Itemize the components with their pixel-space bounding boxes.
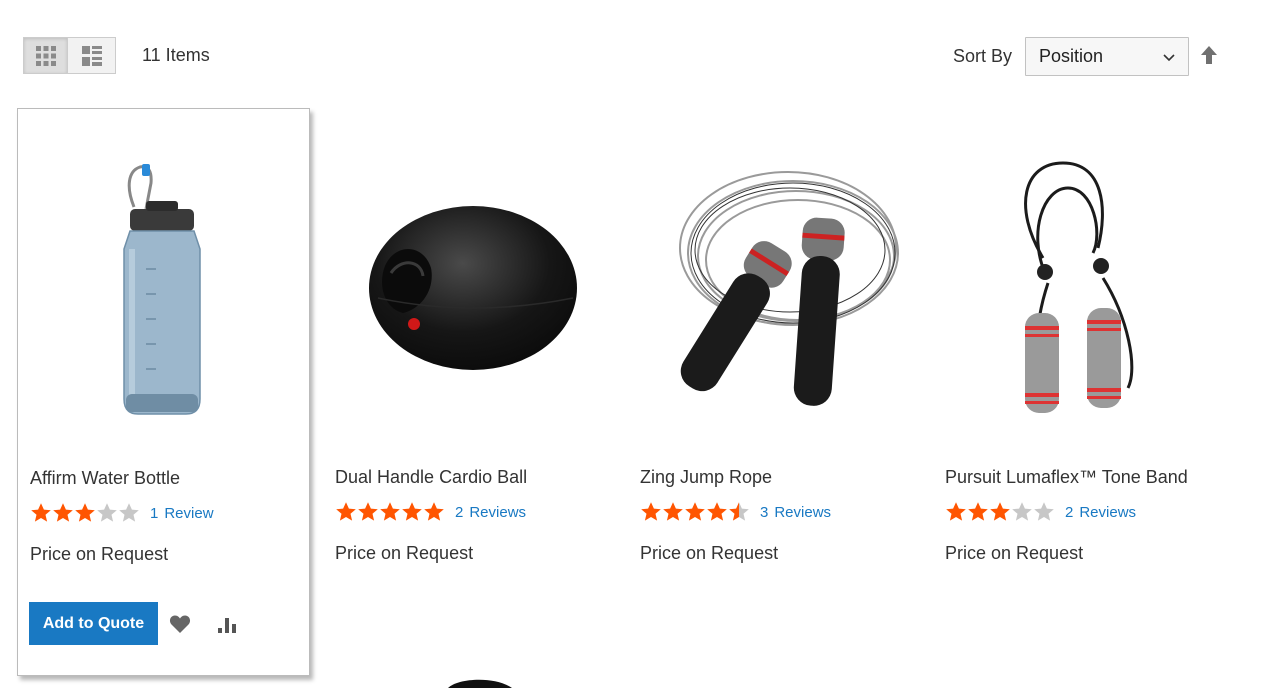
product-image[interactable] bbox=[628, 148, 921, 468]
sort-direction-button[interactable] bbox=[1200, 45, 1218, 70]
product-card: Pursuit Lumaflex™ Tone Band 2 Reviews Pr… bbox=[933, 108, 1226, 676]
star-icon bbox=[380, 502, 400, 521]
star-icon bbox=[663, 502, 683, 521]
star-icon bbox=[424, 502, 444, 521]
arrow-up-icon bbox=[1201, 46, 1217, 64]
star-icon bbox=[968, 502, 988, 521]
star-icon bbox=[97, 503, 117, 522]
view-mode-switcher bbox=[23, 37, 116, 75]
product-name[interactable]: Pursuit Lumaflex™ Tone Band bbox=[945, 467, 1188, 488]
star-icon bbox=[336, 502, 356, 521]
star-icon bbox=[31, 503, 51, 522]
star-icon bbox=[119, 503, 139, 522]
star-icon bbox=[75, 503, 95, 522]
product-image[interactable] bbox=[440, 675, 520, 693]
review-word: Reviews bbox=[1079, 503, 1137, 521]
add-to-compare-button[interactable] bbox=[215, 611, 241, 637]
review-count: 2 bbox=[455, 503, 464, 521]
product-card: Dual Handle Cardio Ball 2 Reviews Price … bbox=[323, 108, 616, 676]
star-icon bbox=[641, 502, 661, 521]
star-icon bbox=[358, 502, 378, 521]
review-count: 3 bbox=[760, 503, 769, 521]
review-count: 1 bbox=[150, 504, 159, 522]
grid-mode-button[interactable] bbox=[23, 37, 68, 74]
sort-by-label: Sort By bbox=[953, 46, 1013, 66]
product-rating: 3 Reviews bbox=[640, 500, 831, 524]
reviews-link[interactable]: 3 Reviews bbox=[760, 504, 831, 521]
star-icon bbox=[946, 502, 966, 521]
star-icon bbox=[707, 502, 727, 521]
product-card: Affirm Water Bottle 1 Review Price on Re… bbox=[17, 108, 310, 676]
items-count: 11 Items bbox=[142, 45, 210, 65]
rating-stars bbox=[640, 501, 750, 523]
reviews-link[interactable]: 1 Review bbox=[150, 505, 214, 522]
rating-stars bbox=[335, 501, 445, 523]
product-rating: 1 Review bbox=[30, 501, 214, 525]
star-icon bbox=[685, 502, 705, 521]
sort-by-select[interactable]: Position bbox=[1025, 37, 1189, 76]
product-image[interactable] bbox=[323, 148, 616, 468]
list-mode-button[interactable] bbox=[68, 37, 116, 74]
product-actions: Add to Quote bbox=[29, 602, 241, 645]
star-icon bbox=[729, 502, 749, 521]
product-name[interactable]: Zing Jump Rope bbox=[640, 467, 772, 488]
product-price: Price on Request bbox=[945, 543, 1084, 563]
review-word: Reviews bbox=[469, 503, 527, 521]
review-count: 2 bbox=[1065, 503, 1074, 521]
product-rating: 2 Reviews bbox=[945, 500, 1136, 524]
product-card: Zing Jump Rope 3 Reviews Price on Reques… bbox=[628, 108, 921, 676]
reviews-link[interactable]: 2 Reviews bbox=[455, 504, 526, 521]
bar-chart-icon bbox=[218, 617, 236, 633]
product-price: Price on Request bbox=[640, 543, 779, 563]
review-word: Reviews bbox=[774, 503, 832, 521]
grid-icon bbox=[35, 45, 56, 66]
star-icon bbox=[990, 502, 1010, 521]
product-name[interactable]: Dual Handle Cardio Ball bbox=[335, 467, 527, 488]
heart-icon bbox=[169, 615, 191, 633]
list-icon bbox=[81, 45, 102, 66]
rating-stars bbox=[30, 502, 140, 524]
rating-stars bbox=[945, 501, 1055, 523]
product-name[interactable]: Affirm Water Bottle bbox=[30, 468, 180, 489]
add-to-quote-button[interactable]: Add to Quote bbox=[29, 602, 158, 645]
product-price: Price on Request bbox=[30, 544, 169, 564]
reviews-link[interactable]: 2 Reviews bbox=[1065, 504, 1136, 521]
star-icon bbox=[53, 503, 73, 522]
product-image[interactable] bbox=[18, 149, 311, 469]
star-icon bbox=[402, 502, 422, 521]
product-price: Price on Request bbox=[335, 543, 474, 563]
toolbar: 11 Items Sort By Position bbox=[0, 0, 1285, 100]
review-word: Review bbox=[164, 504, 214, 522]
star-icon bbox=[1034, 502, 1054, 521]
product-image[interactable] bbox=[933, 148, 1226, 468]
star-icon bbox=[1012, 502, 1032, 521]
add-to-wishlist-button[interactable] bbox=[167, 611, 193, 637]
sort-by-value: Position bbox=[1039, 46, 1104, 66]
chevron-down-icon bbox=[1163, 54, 1175, 62]
product-rating: 2 Reviews bbox=[335, 500, 526, 524]
